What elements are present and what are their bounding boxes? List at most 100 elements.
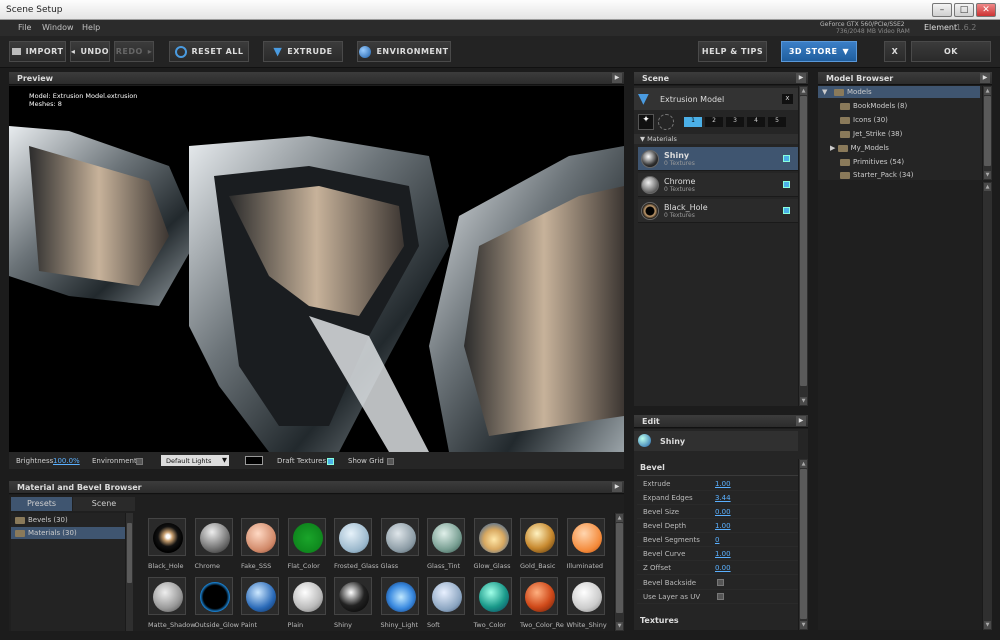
bevel-size-value[interactable]: 0.00: [715, 508, 731, 516]
scrollbar-thumb[interactable]: [127, 523, 132, 583]
scene-scrollbar[interactable]: ▲ ▼: [798, 86, 808, 406]
scroll-down-icon[interactable]: ▼: [984, 171, 991, 179]
tree-item-models[interactable]: ▼ Models: [818, 86, 980, 98]
edit-scrollbar[interactable]: ▲ ▼: [798, 459, 808, 630]
minimize-button[interactable]: –: [932, 3, 952, 17]
material-item-chrome[interactable]: Chrome 0 Textures: [638, 173, 798, 197]
z-offset-value[interactable]: 0.00: [715, 564, 731, 572]
brightness-value[interactable]: 100.0%: [53, 457, 80, 465]
scrollbar-thumb[interactable]: [800, 96, 807, 386]
scene-tab-5[interactable]: 5: [768, 117, 786, 127]
scene-tab-2[interactable]: 2: [705, 117, 723, 127]
panel-menu-icon[interactable]: ▶: [796, 416, 806, 426]
material-swatch[interactable]: [380, 518, 419, 556]
preview-viewport[interactable]: Model: Extrusion Model.extrusion Meshes:…: [9, 86, 624, 452]
tree-item-bevels[interactable]: Bevels (30): [15, 516, 68, 524]
material-swatch[interactable]: [148, 577, 186, 615]
close-window-button[interactable]: ✕: [976, 3, 996, 17]
tree-item-primitives[interactable]: Primitives (54): [840, 158, 904, 166]
material-swatch[interactable]: [194, 518, 233, 556]
scroll-down-icon[interactable]: ▼: [800, 397, 807, 405]
bevel-backside-checkbox[interactable]: [717, 579, 724, 586]
environment-button[interactable]: ENVIRONMENT: [357, 41, 451, 62]
tree-item-starter-pack[interactable]: Starter_Pack (34): [840, 171, 913, 179]
scroll-up-icon[interactable]: ▲: [984, 87, 991, 95]
material-swatch[interactable]: [241, 577, 279, 615]
draft-textures-checkbox[interactable]: [327, 458, 334, 465]
bevel-curve-value[interactable]: 1.00: [715, 550, 731, 558]
material-swatch[interactable]: [334, 518, 372, 556]
bevel-segments-value[interactable]: 0: [715, 536, 719, 544]
tree-item-bookmodels[interactable]: BookModels (8): [840, 102, 907, 110]
materials-section-header[interactable]: ▼ Materials: [634, 134, 798, 144]
material-swatch[interactable]: [566, 577, 605, 615]
material-item-shiny[interactable]: Shiny 0 Textures: [638, 147, 798, 171]
scroll-up-icon[interactable]: ▲: [984, 183, 991, 191]
menu-help[interactable]: Help: [82, 23, 100, 32]
redo-button[interactable]: REDO ▸: [114, 41, 154, 62]
background-color-swatch[interactable]: [245, 456, 263, 465]
extrude-value[interactable]: 1.00: [715, 480, 731, 488]
material-swatch[interactable]: [194, 577, 233, 615]
bevel-depth-value[interactable]: 1.00: [715, 522, 731, 530]
scroll-down-icon[interactable]: ▼: [616, 622, 623, 630]
model-tree-scrollbar[interactable]: ▲ ▼: [982, 86, 992, 180]
material-swatch[interactable]: [473, 577, 512, 615]
bevel-select-icon[interactable]: [658, 114, 674, 130]
material-swatch[interactable]: [473, 518, 512, 556]
show-grid-checkbox[interactable]: [387, 458, 394, 465]
scene-tab-3[interactable]: 3: [726, 117, 744, 127]
tree-item-jet-strike[interactable]: Jet_Strike (38): [840, 130, 902, 138]
extrude-button[interactable]: ▼ EXTRUDE: [263, 41, 343, 62]
panel-menu-icon[interactable]: ▶: [796, 73, 806, 83]
scene-tab-4[interactable]: 4: [747, 117, 765, 127]
maximize-button[interactable]: □: [954, 3, 974, 17]
scroll-up-icon[interactable]: ▲: [800, 460, 807, 468]
material-swatch[interactable]: [241, 518, 279, 556]
material-swatch[interactable]: [148, 518, 186, 556]
environment-checkbox[interactable]: [136, 458, 143, 465]
use-layer-uv-checkbox[interactable]: [717, 593, 724, 600]
scene-model-row[interactable]: ▼ Extrusion Model x: [634, 88, 798, 110]
material-swatch[interactable]: [520, 518, 558, 556]
material-swatch[interactable]: [566, 518, 605, 556]
menu-window[interactable]: Window: [42, 23, 74, 32]
mesh-select-icon[interactable]: ✦: [638, 114, 654, 130]
ok-button[interactable]: OK: [911, 41, 991, 62]
model-content-scrollbar[interactable]: ▲ ▼: [982, 182, 992, 630]
material-swatch[interactable]: [520, 577, 558, 615]
tree-item-materials[interactable]: Materials (30): [11, 527, 125, 539]
material-swatch[interactable]: [427, 518, 465, 556]
material-visible-checkbox[interactable]: [783, 207, 790, 214]
swatch-scrollbar[interactable]: ▲ ▼: [614, 513, 624, 631]
material-swatch[interactable]: [287, 577, 326, 615]
scrollbar-thumb[interactable]: [984, 96, 991, 166]
undo-button[interactable]: ◂ UNDO: [70, 41, 110, 62]
material-swatch[interactable]: [287, 518, 326, 556]
lights-select[interactable]: Default Lights ▼: [161, 455, 229, 466]
material-visible-checkbox[interactable]: [783, 155, 790, 162]
menu-file[interactable]: File: [18, 23, 31, 32]
panel-menu-icon[interactable]: ▶: [612, 482, 622, 492]
scroll-up-icon[interactable]: ▲: [800, 87, 807, 95]
reset-all-button[interactable]: RESET ALL: [169, 41, 249, 62]
import-button[interactable]: IMPORT: [9, 41, 66, 62]
material-swatch[interactable]: [380, 577, 419, 615]
cancel-button[interactable]: X: [884, 41, 906, 62]
material-swatch[interactable]: [334, 577, 372, 615]
panel-menu-icon[interactable]: ▶: [980, 73, 990, 83]
panel-menu-icon[interactable]: ▶: [612, 73, 622, 83]
scrollbar-thumb[interactable]: [616, 523, 623, 613]
scroll-down-icon[interactable]: ▼: [800, 621, 807, 629]
tree-item-my-models[interactable]: ▶ My_Models: [830, 144, 889, 152]
help-tips-button[interactable]: HELP & TIPS: [698, 41, 767, 62]
remove-model-button[interactable]: x: [782, 94, 793, 104]
tree-item-icons[interactable]: Icons (30): [840, 116, 888, 124]
material-item-black-hole[interactable]: Black_Hole 0 Textures: [638, 199, 798, 223]
tab-presets[interactable]: Presets: [11, 497, 72, 511]
preset-tree-scrollbar[interactable]: [125, 513, 133, 631]
3d-store-button[interactable]: 3D STORE ▼: [781, 41, 857, 62]
expand-edges-value[interactable]: 3.44: [715, 494, 731, 502]
material-swatch[interactable]: [427, 577, 465, 615]
scroll-down-icon[interactable]: ▼: [984, 621, 991, 629]
